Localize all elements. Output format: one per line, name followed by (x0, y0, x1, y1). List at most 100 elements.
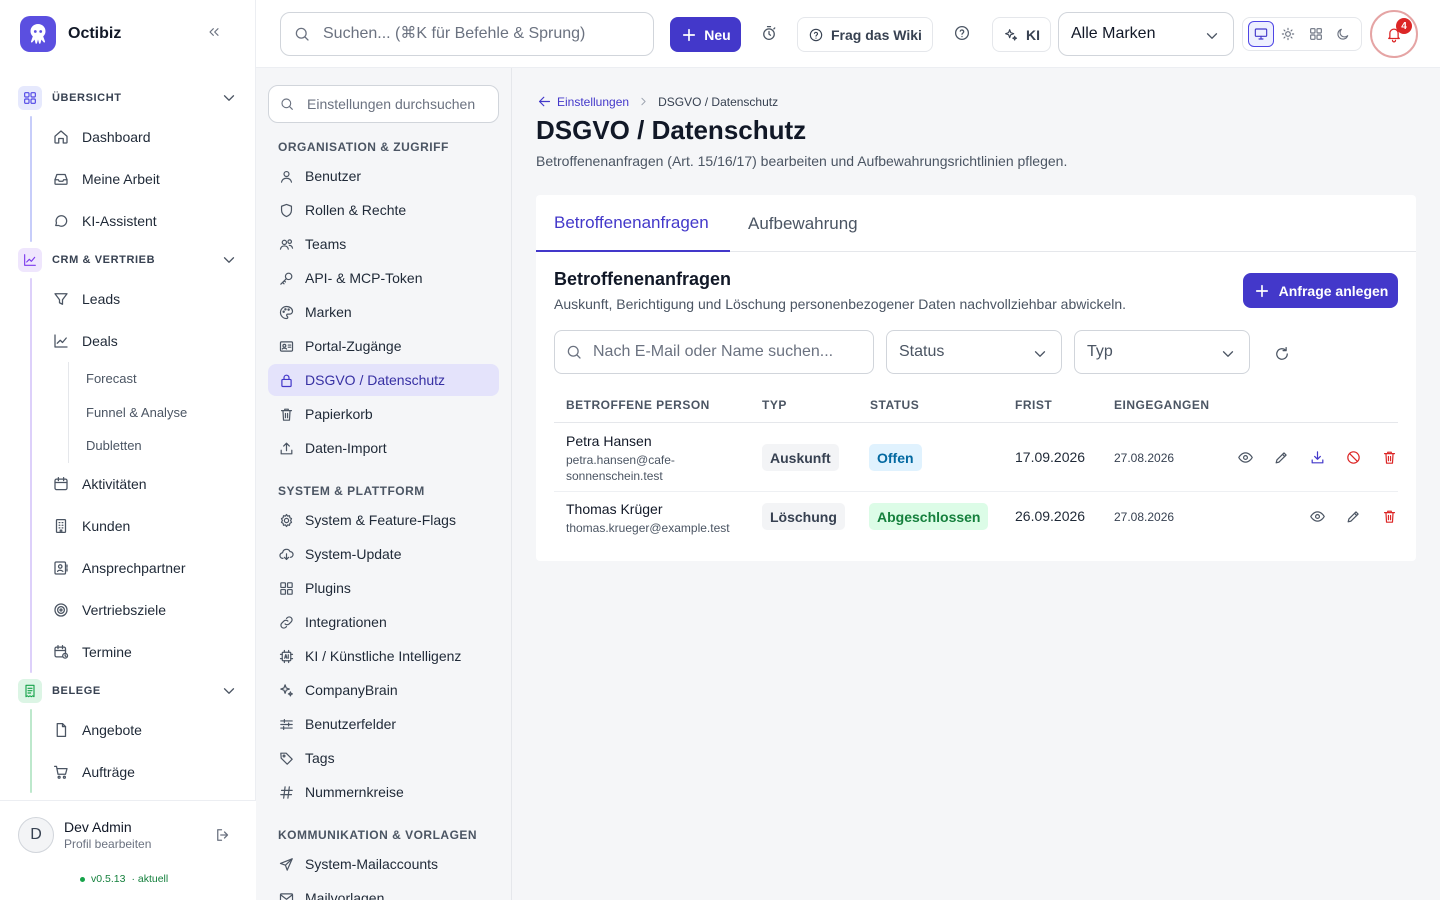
type-filter[interactable]: Typ (1074, 330, 1250, 374)
sun-icon[interactable] (1275, 21, 1301, 47)
sidebar-item-aktivitaeten[interactable]: Aktivitäten (30, 463, 256, 505)
notifications-button[interactable]: 4 (1370, 10, 1418, 58)
sidebar-item-vertriebsziele[interactable]: Vertriebsziele (30, 589, 256, 631)
settings-item-integrationen[interactable]: Integrationen (268, 606, 499, 638)
trash-icon (280, 408, 293, 421)
panel-title: Betroffenenanfragen (554, 269, 732, 289)
settings-item-daten-import[interactable]: Daten-Import (268, 432, 499, 464)
ask-wiki-button[interactable]: Frag das Wiki (797, 17, 933, 52)
eye-icon[interactable] (1237, 449, 1254, 466)
global-search[interactable] (280, 12, 654, 56)
settings-item-tags[interactable]: Tags (268, 742, 499, 774)
help-icon[interactable] (953, 24, 971, 42)
sidebar-item-ki-assistent[interactable]: KI-Assistent (30, 200, 256, 242)
refresh-icon[interactable] (1273, 345, 1291, 363)
tab-betroffenenanfragen[interactable]: Betroffenenanfragen (536, 195, 730, 252)
sidebar-subitem-forecast[interactable]: Forecast (68, 362, 256, 396)
chevron-down-icon[interactable] (220, 251, 238, 269)
sidebar-item-label: Meine Arbeit (82, 171, 160, 187)
settings-item-label: Plugins (305, 580, 351, 596)
type-badge: Löschung (762, 503, 845, 530)
section-uebersicht[interactable]: ÜBERSICHT (0, 80, 256, 116)
settings-item-benutzer[interactable]: Benutzer (268, 160, 499, 192)
sidebar-item-ansprechpartner[interactable]: Ansprechpartner (30, 547, 256, 589)
sidebar-item-meine-arbeit[interactable]: Meine Arbeit (30, 158, 256, 200)
ai-button[interactable]: KI (992, 17, 1051, 52)
request-search[interactable] (554, 330, 874, 374)
monitor-icon[interactable] (1247, 21, 1274, 47)
sidebar-item-angebote[interactable]: Angebote (30, 709, 256, 751)
request-search-input[interactable] (593, 343, 863, 361)
settings-item-system-update[interactable]: System-Update (268, 538, 499, 570)
sidebar-item-termine[interactable]: Termine (30, 631, 256, 673)
settings-item-api-token[interactable]: API- & MCP-Token (268, 262, 499, 294)
ai-label: KI (1026, 26, 1040, 43)
panel-subtitle: Auskunft, Berichtigung und Löschung pers… (554, 296, 1127, 312)
timer-icon[interactable] (760, 24, 778, 42)
trash-icon[interactable] (1381, 449, 1398, 466)
settings-search-input[interactable] (307, 96, 497, 112)
pencil-icon[interactable] (1273, 449, 1290, 466)
settings-item-system-flags[interactable]: System & Feature-Flags (268, 504, 499, 536)
group-uebersicht: Dashboard Meine Arbeit KI-Assistent (30, 116, 256, 242)
chevron-down-icon[interactable] (220, 89, 238, 107)
chevron-down-icon (1031, 345, 1049, 363)
gear-icon (280, 513, 293, 527)
add-request-button[interactable]: Anfrage anlegen (1243, 273, 1398, 308)
download-icon[interactable] (1309, 449, 1326, 466)
trash-icon[interactable] (1381, 508, 1398, 525)
settings-item-ki[interactable]: KI / Künstliche Intelligenz (268, 640, 499, 672)
new-button[interactable]: Neu (670, 17, 741, 52)
section-crm-vertrieb[interactable]: CRM & VERTRIEB (0, 242, 256, 278)
notification-badge: 4 (1396, 18, 1412, 34)
settings-item-mailvorlagen[interactable]: Mailvorlagen (268, 882, 499, 900)
settings-item-benutzerfelder[interactable]: Benutzerfelder (268, 708, 499, 740)
avatar[interactable]: D (18, 817, 54, 853)
settings-item-plugins[interactable]: Plugins (268, 572, 499, 604)
edit-profile-link[interactable]: Profil bearbeiten (64, 837, 151, 851)
id-card-icon (279, 340, 294, 352)
moon-icon[interactable] (1330, 21, 1356, 47)
sidebar-item-auftraege[interactable]: Aufträge (30, 751, 256, 793)
settings-item-nummernkreise[interactable]: Nummernkreise (268, 776, 499, 808)
section-label: CRM & VERTRIEB (52, 254, 156, 266)
section-belege[interactable]: BELEGE (0, 673, 256, 709)
settings-item-papierkorb[interactable]: Papierkorb (268, 398, 499, 430)
logout-icon[interactable] (214, 826, 232, 844)
collapse-sidebar-icon[interactable] (206, 24, 222, 40)
ban-icon[interactable] (1345, 449, 1362, 466)
sidebar-item-kunden[interactable]: Kunden (30, 505, 256, 547)
sidebar-item-label: Kunden (82, 517, 131, 534)
settings-item-mailaccounts[interactable]: System-Mailaccounts (268, 848, 499, 880)
chevron-down-icon[interactable] (220, 682, 238, 700)
settings-item-portal[interactable]: Portal-Zugänge (268, 330, 499, 362)
sidebar-item-dashboard[interactable]: Dashboard (30, 116, 256, 158)
layout-grid-icon[interactable] (1303, 21, 1329, 47)
received-cell: 27.08.2026 (1114, 510, 1175, 524)
settings-item-marken[interactable]: Marken (268, 296, 499, 328)
key-icon (280, 272, 293, 285)
sidebar-subitem-dubletten[interactable]: Dubletten (68, 429, 256, 463)
tab-aufbewahrung[interactable]: Aufbewahrung (748, 195, 858, 252)
sidebar-item-deals[interactable]: Deals (30, 320, 256, 362)
brand-select[interactable]: Alle Marken (1058, 12, 1234, 56)
brand[interactable]: Octibiz (20, 16, 121, 52)
sidebar-subitem-funnel[interactable]: Funnel & Analyse (68, 396, 256, 430)
sidebar-item-leads[interactable]: Leads (30, 278, 256, 320)
settings-item-rollen[interactable]: Rollen & Rechte (268, 194, 499, 226)
brand-select-value: Alle Marken (1071, 25, 1156, 42)
building-icon (55, 518, 67, 533)
receipt-icon (18, 678, 42, 703)
settings-search[interactable] (268, 85, 499, 123)
settings-item-companybrain[interactable]: CompanyBrain (268, 674, 499, 706)
settings-item-teams[interactable]: Teams (268, 228, 499, 260)
sidebar-item-label: Aufträge (82, 763, 135, 780)
settings-item-dsgvo[interactable]: DSGVO / Datenschutz (268, 364, 499, 396)
status-filter[interactable]: Status (886, 330, 1062, 374)
sidebar-item-label: KI-Assistent (82, 213, 157, 229)
breadcrumb-back-link[interactable]: Einstellungen (536, 93, 629, 110)
eye-icon[interactable] (1309, 508, 1326, 525)
global-search-input[interactable] (323, 25, 623, 43)
pencil-icon[interactable] (1345, 508, 1362, 525)
settings-group-heading: SYSTEM & PLATTFORM (278, 484, 425, 498)
